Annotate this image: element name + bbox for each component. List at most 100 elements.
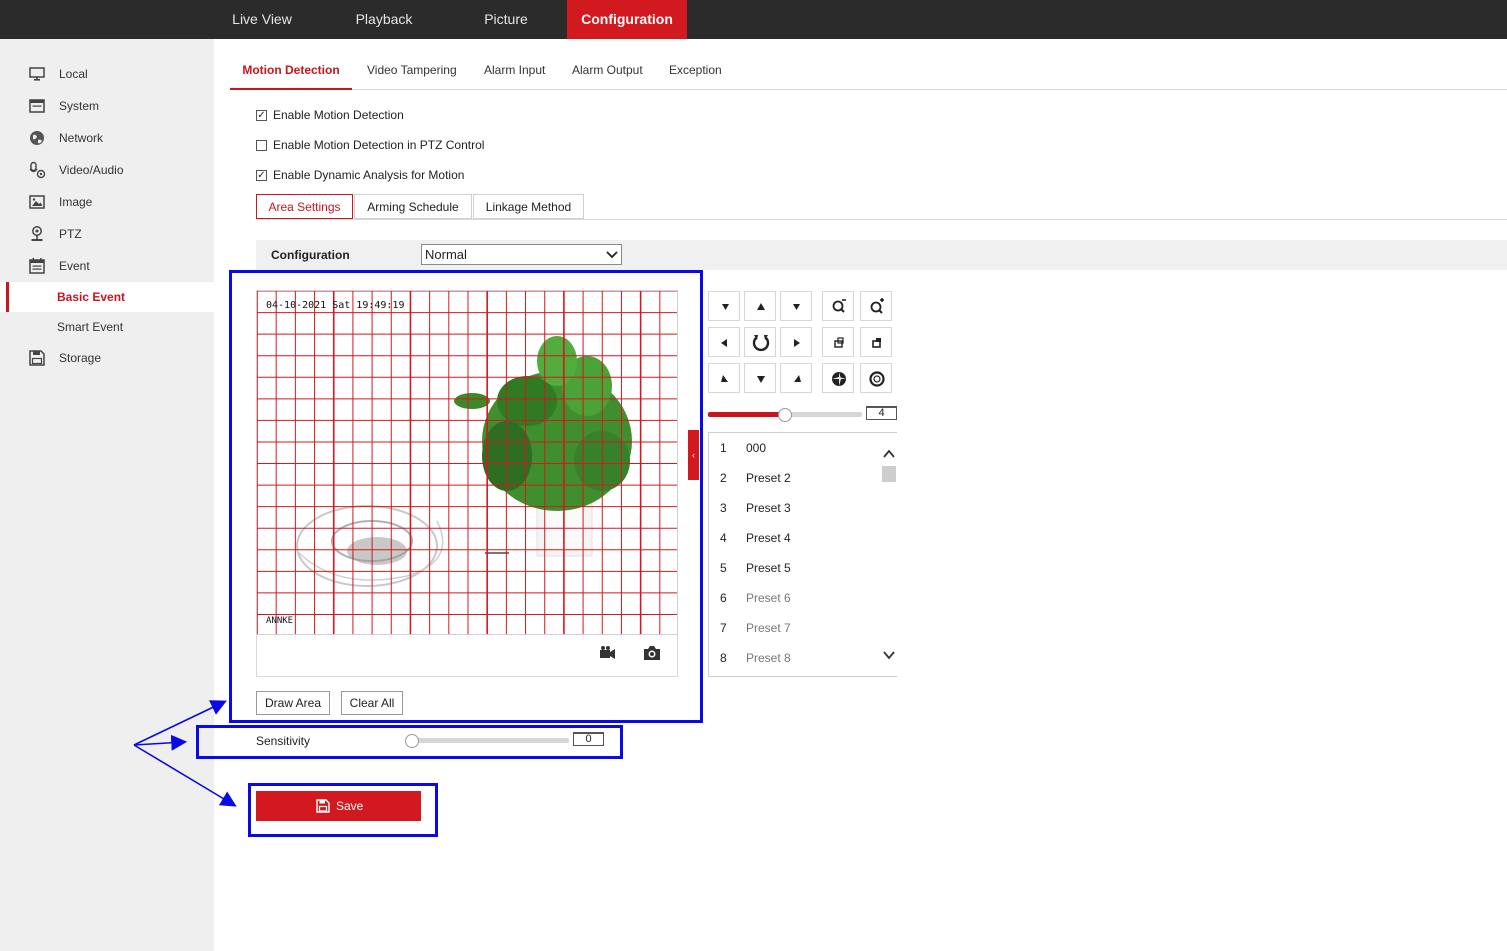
preset-item[interactable]: 5 Preset 5 [709,553,879,583]
focus-far-button[interactable] [860,327,892,357]
preset-name: Preset 8 [746,651,791,665]
sidebar-item-label: Image [59,195,93,209]
preset-item[interactable]: 2 Preset 2 [709,463,879,493]
floppy-disk-icon [29,350,45,366]
window-icon [29,99,45,113]
preset-list: 1 000 2 Preset 2 3 Preset 3 4 Preset 4 5 Pres… [708,432,897,677]
enable-motion-detection-ptz-checkbox[interactable] [256,140,267,151]
preset-item[interactable]: 7 Preset 7 [709,613,879,643]
checkbox-label: Enable Dynamic Analysis for Motion [273,168,465,182]
zoom-out-icon [832,299,846,313]
enable-motion-detection-checkbox[interactable]: ✓ [256,110,267,121]
preset-number: 8 [720,651,727,665]
event-tabs: Motion Detection Video Tampering Alarm I… [230,52,1507,90]
settings-subtabs: Area Settings Arming Schedule Linkage Me… [256,194,1507,220]
ptz-speed-slider-fill [708,412,785,417]
tab-exception[interactable]: Exception [669,52,722,90]
sidebar-item-label: Smart Event [57,320,124,334]
configuration-select-value: Normal [425,247,467,262]
arrow-up-right-icon [794,375,801,382]
iris-close-button[interactable] [860,363,892,393]
preset-number: 6 [720,591,727,605]
ptz-down-right-button[interactable] [780,363,812,393]
preset-item[interactable]: 3 Preset 3 [709,493,879,523]
ptz-down-left-button[interactable] [708,363,740,393]
subtab-arming-schedule[interactable]: Arming Schedule [354,194,472,219]
sidebar: Local System Network Video/Audio Image P… [0,39,214,951]
sidebar-item-storage[interactable]: Storage [0,343,214,373]
arrow-up-icon [757,303,765,310]
scrollbar-arrows [882,449,896,660]
iris-open-button[interactable] [822,363,854,393]
subtab-linkage-method[interactable]: Linkage Method [473,194,584,219]
arrow-up-left-icon [721,375,728,382]
sidebar-item-event[interactable]: Event [0,251,214,281]
highlight-save [248,783,438,837]
ptz-up-right-button[interactable] [780,291,812,321]
configuration-select[interactable]: Normal [421,244,622,265]
sidebar-item-ptz[interactable]: PTZ [0,219,214,249]
preset-number: 5 [720,561,727,575]
top-bar: Live View Playback Picture Configuration [0,0,1507,39]
sidebar-item-image[interactable]: Image [0,187,214,217]
sidebar-item-local[interactable]: Local [0,59,214,89]
monitor-icon [29,67,45,81]
microphone-camera-icon [29,161,46,179]
chevron-down-icon [606,251,618,259]
sidebar-item-basic-event[interactable]: Basic Event [0,282,214,312]
preset-name: Preset 2 [746,471,791,485]
focus-near-button[interactable] [822,327,854,357]
image-icon [29,195,45,209]
preset-scrollbar[interactable] [881,433,897,676]
nav-picture[interactable]: Picture [458,0,554,39]
tab-alarm-input[interactable]: Alarm Input [484,52,545,90]
calendar-icon [29,258,45,274]
sidebar-item-label: Storage [59,351,102,365]
preset-item[interactable]: 4 Preset 4 [709,523,879,553]
sidebar-item-label: System [59,99,100,113]
sidebar-item-label: Basic Event [57,290,126,304]
subtab-area-settings[interactable]: Area Settings [256,194,353,219]
checkbox-label: Enable Motion Detection in PTZ Control [273,138,485,152]
tab-video-tampering[interactable]: Video Tampering [367,52,457,90]
sidebar-item-video-audio[interactable]: Video/Audio [0,155,214,185]
configuration-row: Configuration Normal [256,240,1507,270]
preset-number: 2 [720,471,727,485]
preset-name: 000 [746,441,767,455]
arrow-down-right-icon [793,304,800,310]
ptz-up-button[interactable] [744,291,776,321]
iris-open-icon [832,372,846,386]
arrow-down-icon [757,376,765,383]
preset-item[interactable]: 6 Preset 6 [709,583,879,613]
globe-icon [30,131,44,145]
arrow-left-icon [721,339,727,347]
highlight-area-settings [229,270,703,723]
checkbox-label: Enable Motion Detection [273,108,404,122]
sidebar-item-system[interactable]: System [0,91,214,121]
tab-motion-detection[interactable]: Motion Detection [230,52,352,90]
preset-number: 3 [720,501,727,515]
ptz-left-button[interactable] [708,327,740,357]
ptz-up-left-button[interactable] [708,291,740,321]
sidebar-item-smart-event[interactable]: Smart Event [0,312,214,342]
preset-item[interactable]: 1 000 [709,433,879,463]
nav-playback[interactable]: Playback [336,0,432,39]
ptz-right-button[interactable] [780,327,812,357]
focus-far-icon [872,338,881,348]
sidebar-item-label: Local [59,67,88,81]
enable-dynamic-analysis-checkbox[interactable]: ✓ [256,170,267,181]
ptz-speed-slider-thumb[interactable] [778,408,792,422]
preset-name: Preset 7 [746,621,791,635]
zoom-in-button[interactable] [860,291,892,321]
ptz-down-button[interactable] [744,363,776,393]
tab-alarm-output[interactable]: Alarm Output [572,52,643,90]
preset-item[interactable]: 8 Preset 8 [709,643,879,673]
sidebar-item-label: Network [59,131,104,145]
ptz-auto-button[interactable] [744,327,776,357]
ptz-speed-value[interactable]: 4 [866,406,897,420]
nav-live-view[interactable]: Live View [214,0,310,39]
sidebar-item-network[interactable]: Network [0,123,214,153]
iris-close-icon [869,371,885,387]
nav-configuration[interactable]: Configuration [567,0,687,39]
zoom-out-button[interactable] [822,291,854,321]
